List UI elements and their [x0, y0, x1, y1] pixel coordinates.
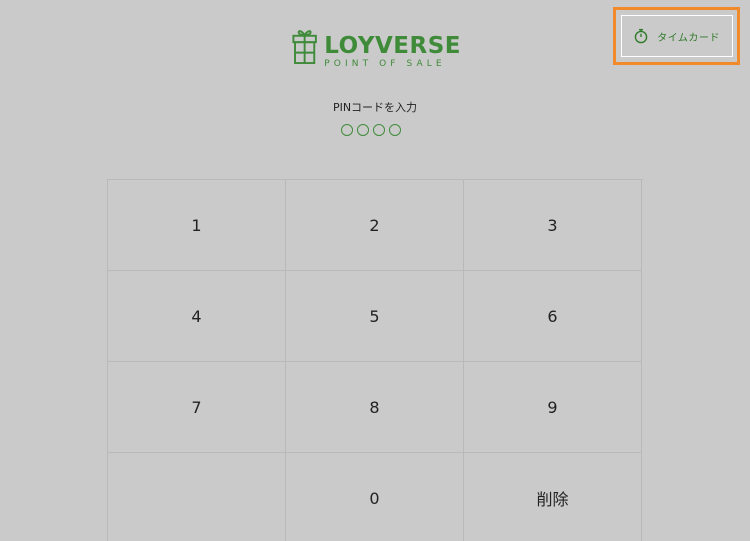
stopwatch-icon — [633, 28, 649, 44]
timecard-button[interactable]: タイムカード — [620, 15, 733, 57]
pin-login-screen: タイムカード LOYVERSE POINT OF SALE PINコードを入力 — [0, 0, 750, 541]
key-1[interactable]: 1 — [108, 180, 286, 271]
pin-dot — [389, 124, 401, 136]
logo-tagline: POINT OF SALE — [324, 59, 446, 69]
pin-prompt: PINコードを入力 — [332, 101, 418, 114]
key-5[interactable]: 5 — [286, 271, 464, 362]
key-empty — [108, 453, 286, 541]
gift-box-logo-icon — [292, 30, 317, 65]
pin-dot — [341, 124, 353, 136]
timecard-highlight-frame: タイムカード — [613, 7, 740, 65]
key-9[interactable]: 9 — [464, 362, 642, 453]
key-0[interactable]: 0 — [286, 453, 464, 541]
key-2[interactable]: 2 — [286, 180, 464, 271]
numeric-keypad: 1 2 3 4 5 6 7 8 9 0 削除 — [107, 179, 643, 541]
pin-dot — [357, 124, 369, 136]
key-4[interactable]: 4 — [108, 271, 286, 362]
timecard-label: タイムカード — [657, 32, 720, 44]
key-6[interactable]: 6 — [464, 271, 642, 362]
loyverse-logo: LOYVERSE POINT OF SALE — [291, 24, 461, 72]
logo-brand: LOYVERSE — [324, 33, 461, 59]
key-8[interactable]: 8 — [286, 362, 464, 453]
pin-dot — [373, 124, 385, 136]
logo-text: LOYVERSE POINT OF SALE — [324, 24, 461, 69]
key-3[interactable]: 3 — [464, 180, 642, 271]
delete-key[interactable]: 削除 — [464, 453, 642, 541]
key-7[interactable]: 7 — [108, 362, 286, 453]
pin-indicator — [341, 124, 411, 140]
